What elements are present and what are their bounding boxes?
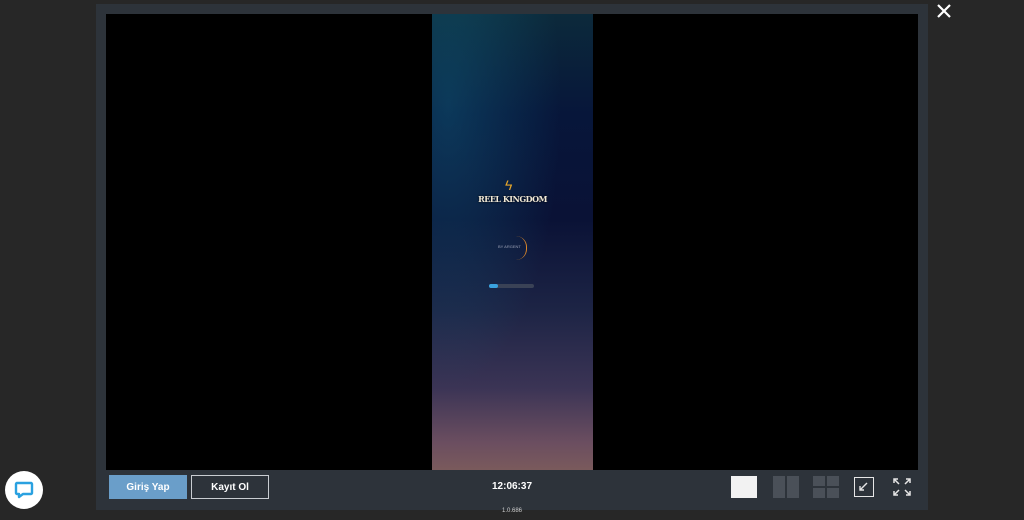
chat-icon: [14, 481, 34, 499]
lightning-icon: ϟ: [505, 177, 513, 193]
close-button[interactable]: [932, 0, 956, 22]
game-canvas[interactable]: ϟ REEL KINGDOM BY ARGENT: [432, 14, 593, 470]
layout-quad-icon: [813, 476, 825, 486]
layout-single-icon: [731, 476, 757, 498]
clock: 12:06:37: [491, 481, 533, 492]
game-logo-text: REEL KINGDOM: [478, 194, 547, 204]
close-icon: [937, 4, 951, 18]
loading-bar: [489, 284, 534, 288]
chat-widget-button[interactable]: [5, 471, 43, 509]
minimize-button[interactable]: [854, 477, 874, 497]
loading-bar-fill: [489, 284, 498, 288]
register-button[interactable]: Kayıt Ol: [191, 475, 269, 499]
fullscreen-icon: [893, 478, 911, 496]
version-label: 1.0.686: [501, 508, 523, 514]
layout-quad-icon: [827, 488, 839, 498]
layout-quad-icon: [813, 488, 825, 498]
game-logo: ϟ REEL KINGDOM: [478, 177, 547, 219]
game-background: [432, 14, 593, 470]
minimize-icon: [859, 482, 868, 491]
layout-double-icon: [787, 476, 799, 498]
game-modal: ϟ REEL KINGDOM BY ARGENT Giriş Yap Kayıt…: [96, 4, 928, 510]
fullscreen-button[interactable]: [892, 477, 912, 497]
layout-double-icon: [773, 476, 785, 498]
layout-quad-button[interactable]: [812, 475, 840, 499]
layout-quad-icon: [827, 476, 839, 486]
layout-single-button[interactable]: [730, 475, 758, 499]
layout-double-button[interactable]: [772, 475, 800, 499]
login-button[interactable]: Giriş Yap: [109, 475, 187, 499]
game-viewport: ϟ REEL KINGDOM BY ARGENT: [106, 14, 918, 470]
game-tagline: BY ARGENT: [498, 244, 521, 249]
